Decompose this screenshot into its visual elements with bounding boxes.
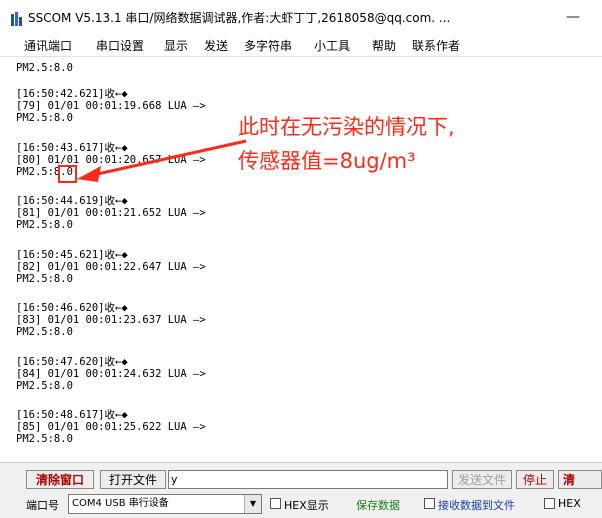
value-highlight-box bbox=[58, 165, 77, 183]
log-recv-line: [16:50:46.620]收←◆ bbox=[16, 302, 128, 314]
port-label: 端口号 bbox=[26, 499, 59, 512]
log-value-line: PM2.5:8.0 bbox=[16, 433, 73, 445]
open-file-button[interactable]: 打开文件 bbox=[100, 470, 166, 489]
log-msg-line: [79] 01/01 00:01:19.668 LUA —> bbox=[16, 100, 206, 112]
menu-serial-settings[interactable]: 串口设置 bbox=[96, 37, 144, 54]
log-msg-line: [83] 01/01 00:01:23.637 LUA —> bbox=[16, 314, 206, 326]
annotation-line-1: 此时在无污染的情况下, bbox=[238, 115, 455, 139]
log-value-line: PM2.5:8.0 bbox=[16, 380, 73, 392]
title-bar: SSCOM V5.13.1 串口/网络数据调试器,作者:大虾丁丁,2618058… bbox=[0, 0, 602, 34]
log-recv-line: [16:50:43.617]收←◆ bbox=[16, 142, 128, 154]
hex-display-label: HEX显示 bbox=[284, 499, 329, 512]
annotation-line-2: 传感器值=8ug/m³ bbox=[238, 149, 416, 173]
log-value-line: PM2.5:8.0 bbox=[16, 112, 73, 124]
menu-send[interactable]: 发送 bbox=[204, 37, 228, 54]
clear-send-button[interactable]: 清 bbox=[558, 470, 602, 489]
port-select[interactable]: COM4 USB 串行设备 ▼ bbox=[68, 494, 262, 514]
dropdown-arrow-icon[interactable]: ▼ bbox=[244, 495, 261, 513]
hex-display-checkbox[interactable] bbox=[270, 498, 281, 509]
log-msg-line: [84] 01/01 00:01:24.632 LUA —> bbox=[16, 368, 206, 380]
log-msg-line: [85] 01/01 00:01:25.622 LUA —> bbox=[16, 421, 206, 433]
log-recv-line: [16:50:44.619]收←◆ bbox=[16, 195, 128, 207]
receive-to-file-label[interactable]: 接收数据到文件 bbox=[438, 497, 515, 513]
bottom-control-bar: 清除窗口 打开文件 y 发送文件 停止 清 端口号 COM4 USB 串行设备 … bbox=[0, 462, 602, 518]
log-value-line: PM2.5:8.0 bbox=[16, 219, 73, 231]
log-msg-line: [80] 01/01 00:01:20.657 LUA —> bbox=[16, 154, 206, 166]
save-data-button[interactable]: 保存数据 bbox=[356, 497, 400, 513]
receive-to-file-checkbox[interactable] bbox=[424, 498, 435, 509]
menu-tools[interactable]: 小工具 bbox=[314, 37, 350, 54]
window-title: SSCOM V5.13.1 串口/网络数据调试器,作者:大虾丁丁,2618058… bbox=[28, 11, 451, 25]
menu-display[interactable]: 显示 bbox=[164, 37, 188, 54]
sscom-app-icon bbox=[11, 12, 22, 26]
minimize-button[interactable]: — bbox=[558, 6, 588, 28]
clear-window-button[interactable]: 清除窗口 bbox=[26, 470, 94, 489]
send-file-button[interactable]: 发送文件 bbox=[452, 470, 512, 489]
log-recv-line: [16:50:42.621]收←◆ bbox=[16, 88, 128, 100]
send-file-path-input[interactable]: y bbox=[168, 470, 448, 489]
hex-send-label: HEX bbox=[558, 497, 581, 510]
log-line: PM2.5:8.0 bbox=[16, 62, 73, 74]
log-recv-line: [16:50:48.617]收←◆ bbox=[16, 409, 128, 421]
log-recv-line: [16:50:47.620]收←◆ bbox=[16, 356, 128, 368]
port-select-value: COM4 USB 串行设备 bbox=[72, 498, 169, 509]
menu-contact-author[interactable]: 联系作者 bbox=[412, 37, 460, 54]
menu-port[interactable]: 通讯端口 bbox=[24, 37, 72, 54]
log-recv-line: [16:50:45.621]收←◆ bbox=[16, 249, 128, 261]
log-value-line: PM2.5:8.0 bbox=[16, 326, 73, 338]
log-msg-line: [82] 01/01 00:01:22.647 LUA —> bbox=[16, 261, 206, 273]
menu-multi-string[interactable]: 多字符串 bbox=[244, 37, 292, 54]
menu-bar: 通讯端口 串口设置 显示 发送 多字符串 小工具 帮助 联系作者 bbox=[0, 34, 602, 57]
hex-send-checkbox[interactable] bbox=[544, 498, 555, 509]
menu-help[interactable]: 帮助 bbox=[372, 37, 396, 54]
log-value-line: PM2.5:8.0 bbox=[16, 273, 73, 285]
stop-button[interactable]: 停止 bbox=[516, 470, 554, 489]
log-msg-line: [81] 01/01 00:01:21.652 LUA —> bbox=[16, 207, 206, 219]
